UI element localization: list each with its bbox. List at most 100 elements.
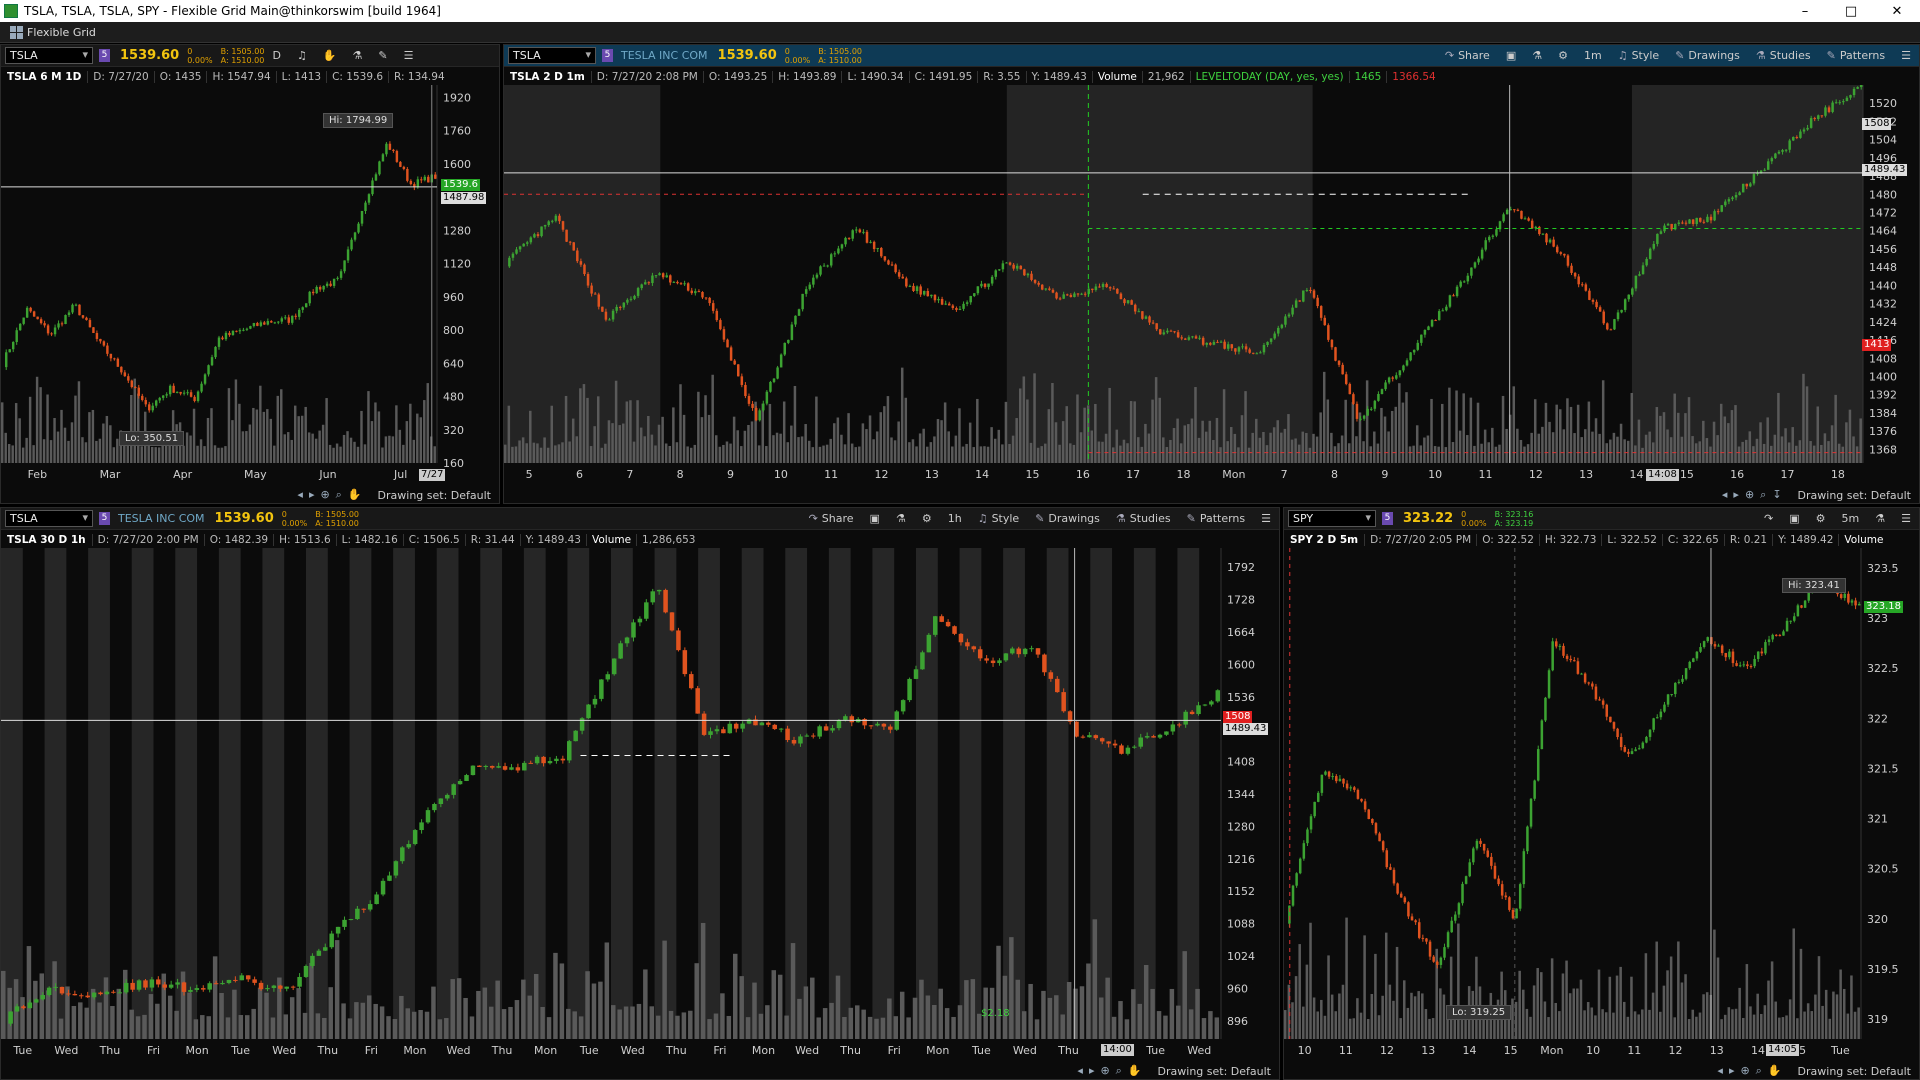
close-button[interactable]: ✕ <box>1874 0 1920 22</box>
navigation-icons[interactable]: ◂▸⊕⌕✋ <box>297 488 367 502</box>
studies-flask-icon[interactable]: ⚗ <box>1524 49 1550 62</box>
drawing-hand-icon[interactable]: ✋ <box>315 49 345 62</box>
link-badge-icon[interactable]: 5 <box>602 49 613 62</box>
volume-bar <box>911 439 915 463</box>
candle-body <box>1412 349 1416 353</box>
share-icon[interactable]: ↷ <box>1756 512 1781 525</box>
navigation-icons[interactable]: ◂▸⊕⌕✋ <box>1077 1064 1147 1078</box>
volume-bar <box>906 1017 911 1039</box>
volume-bar <box>1590 1007 1594 1039</box>
candle-body <box>258 982 264 990</box>
studies-flask-icon[interactable]: ⚗ <box>1867 512 1893 525</box>
drawing-set-label[interactable]: Drawing set: Default <box>378 489 491 502</box>
timeframe-button[interactable]: D <box>264 49 288 62</box>
candle-body <box>1583 673 1587 683</box>
timeframe-button[interactable]: 5m <box>1834 512 1868 525</box>
share-button[interactable]: ↷ Share <box>1437 49 1498 62</box>
snapshot-icon[interactable]: ▣ <box>862 512 888 525</box>
studies-button[interactable]: ⚗ Studies <box>1108 512 1179 525</box>
drawing-set-label[interactable]: Drawing set: Default <box>1798 1065 1911 1078</box>
drawings-button[interactable]: ✎ Drawings <box>1667 49 1748 62</box>
maximize-button[interactable]: □ <box>1828 0 1874 22</box>
price-chart[interactable]: 1920176016001440128011209608006404803201… <box>1 85 499 483</box>
symbol-selector[interactable]: TSLA <box>5 47 93 64</box>
volume-bar <box>1226 441 1229 463</box>
candle-body <box>252 979 257 983</box>
share-button[interactable]: ↷ Share <box>801 512 862 525</box>
drawing-set-label[interactable]: Drawing set: Default <box>1798 489 1911 502</box>
candle-body <box>266 321 270 325</box>
snapshot-icon[interactable]: ▣ <box>1498 49 1524 62</box>
volume-bar <box>157 447 161 463</box>
volume-bar <box>1580 437 1583 463</box>
grid-icon[interactable] <box>10 25 23 39</box>
symbol-selector[interactable]: TSLA <box>5 510 93 527</box>
candle-body <box>583 264 586 275</box>
menu-list-icon[interactable]: ☰ <box>396 49 422 62</box>
sound-icon[interactable]: ♫ <box>289 49 315 62</box>
volume-bar <box>1060 1014 1065 1039</box>
style-button[interactable]: ♫ Style <box>1610 49 1668 62</box>
y-tick-label: 1408 <box>1869 352 1897 365</box>
candle-body <box>528 762 533 764</box>
patterns-icon[interactable]: ✎ <box>370 49 395 62</box>
candle-body <box>374 894 379 905</box>
candle-body <box>540 226 543 237</box>
volume-bar <box>1029 442 1033 463</box>
link-badge-icon[interactable]: 5 <box>99 49 110 62</box>
settings-gear-icon[interactable]: ⚙ <box>1550 49 1576 62</box>
candle-body <box>1792 137 1795 141</box>
candle-body <box>1659 231 1663 234</box>
volume-bar <box>725 441 729 463</box>
volume-bar <box>782 401 786 463</box>
navigation-icons[interactable]: ◂▸⊕⌕✋ <box>1717 1064 1787 1078</box>
studies-flask-icon[interactable]: ⚗ <box>888 512 914 525</box>
menu-list-icon[interactable]: ☰ <box>1253 512 1279 525</box>
candle-body <box>1219 341 1223 343</box>
candle-body <box>1287 314 1291 317</box>
link-badge-icon[interactable]: 5 <box>99 512 110 525</box>
price-chart[interactable]: 323.5 323 322.5 322 321.5 321 320.5 320 319.5 319… <box>1284 548 1919 1059</box>
x-tick-label: 10 <box>774 468 788 481</box>
x-tick-label: Wed <box>447 1044 471 1057</box>
volume-bar <box>7 444 11 463</box>
patterns-button[interactable]: ✎ Patterns <box>1819 49 1894 62</box>
settings-gear-icon[interactable]: ⚙ <box>914 512 940 525</box>
volume-bar <box>1105 977 1110 1039</box>
price-chart[interactable]: 1792172816641600153614721408134412801216… <box>1 548 1279 1059</box>
link-badge-icon[interactable]: 5 <box>1382 512 1393 525</box>
volume-bar <box>1806 1003 1810 1039</box>
candle-body <box>1845 97 1849 102</box>
candle-body <box>1854 600 1857 606</box>
snapshot-icon[interactable]: ▣ <box>1781 512 1807 525</box>
drawing-set-label[interactable]: Drawing set: Default <box>1158 1065 1271 1078</box>
timeframe-button[interactable]: 1m <box>1576 49 1610 62</box>
settings-gear-icon[interactable]: ⚙ <box>1808 512 1834 525</box>
menu-list-icon[interactable]: ☰ <box>1893 512 1919 525</box>
timeframe-button[interactable]: 1h <box>940 512 970 525</box>
minimize-button[interactable]: – <box>1782 0 1828 22</box>
symbol-selector[interactable]: SPY <box>1288 510 1376 527</box>
candle-body <box>1334 347 1337 361</box>
volume-bar <box>546 447 550 463</box>
candle-body <box>708 731 713 735</box>
grid-label[interactable]: Flexible Grid <box>27 26 96 39</box>
navigation-icons[interactable]: ◂▸⊕⌕↧ <box>1722 488 1788 502</box>
style-button[interactable]: ♫ Style <box>970 512 1028 525</box>
volume-bar <box>1323 1015 1327 1039</box>
volume-bar <box>398 429 402 463</box>
price-chart[interactable]: 1520151215041496148814801472146414561448… <box>504 85 1919 483</box>
candle-body <box>1562 645 1565 656</box>
volume-bar <box>1233 433 1237 463</box>
patterns-button[interactable]: ✎ Patterns <box>1179 512 1254 525</box>
volume-bar <box>803 986 809 1039</box>
studies-flask-icon[interactable]: ⚗ <box>345 49 371 62</box>
candle-body <box>1753 658 1756 667</box>
drawings-button[interactable]: ✎ Drawings <box>1027 512 1108 525</box>
volume-bar <box>611 423 614 463</box>
session-shade <box>872 548 895 1039</box>
symbol-selector[interactable]: TSLA <box>508 47 596 64</box>
y-tick-label: 1280 <box>1227 820 1255 833</box>
menu-list-icon[interactable]: ☰ <box>1893 49 1919 62</box>
studies-button[interactable]: ⚗ Studies <box>1748 49 1819 62</box>
